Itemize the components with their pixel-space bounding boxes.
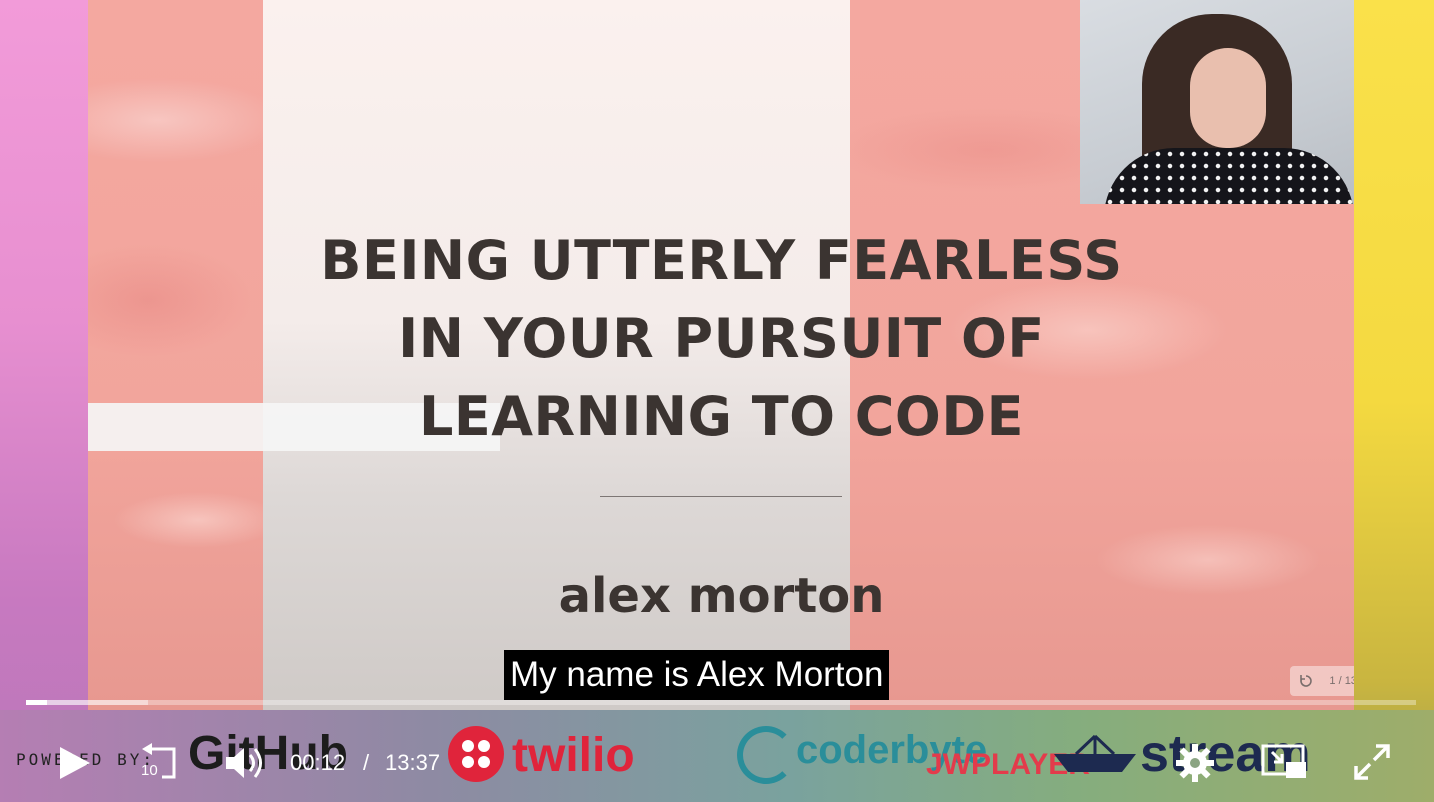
stream-boat-icon [1054,734,1136,772]
speaker-shirt [1104,148,1354,204]
progress-bar[interactable] [26,700,1416,705]
slide-title-line: BEING UTTERLY FEARLESS [320,229,1123,292]
slide-restart-icon[interactable] [1298,673,1314,689]
volume-icon[interactable] [224,743,268,783]
speaker-face [1190,48,1266,148]
slide-title: BEING UTTERLY FEARLESS IN YOUR PURSUIT O… [263,222,1180,456]
time-separator: / [363,750,370,775]
slide-title-line: IN YOUR PURSUIT OF [398,307,1045,370]
rewind-seconds-label: 10 [141,762,158,779]
duration: 13:37 [385,750,441,775]
video-player[interactable]: BEING UTTERLY FEARLESS IN YOUR PURSUIT O… [0,0,1434,802]
picture-in-picture-icon[interactable] [1260,742,1308,782]
slide-title-line: LEARNING TO CODE [418,385,1025,448]
twilio-logo-icon [448,726,504,782]
play-icon[interactable] [56,745,92,781]
sponsor-banner: POWERED BY: GitHub twilio coderbyte JWPL… [0,710,1434,802]
slide-page-indicator: 1 / 13 [1329,675,1354,687]
slide-divider [600,496,842,497]
current-time: 00:12 [290,750,346,775]
progress-played [26,700,47,705]
slide-navigation-controls: 1 / 13 [1290,666,1354,696]
coderbyte-logo-icon [737,726,795,784]
twilio-logo: twilio [512,729,635,782]
fullscreen-icon[interactable] [1352,742,1392,782]
slide-author: alex morton [558,568,885,624]
speaker-webcam-image [1080,0,1354,204]
subtitle-caption: My name is Alex Morton [504,650,890,700]
right-color-stripe [1352,0,1434,802]
left-color-stripe [0,0,88,802]
settings-gear-icon[interactable] [1174,742,1216,784]
